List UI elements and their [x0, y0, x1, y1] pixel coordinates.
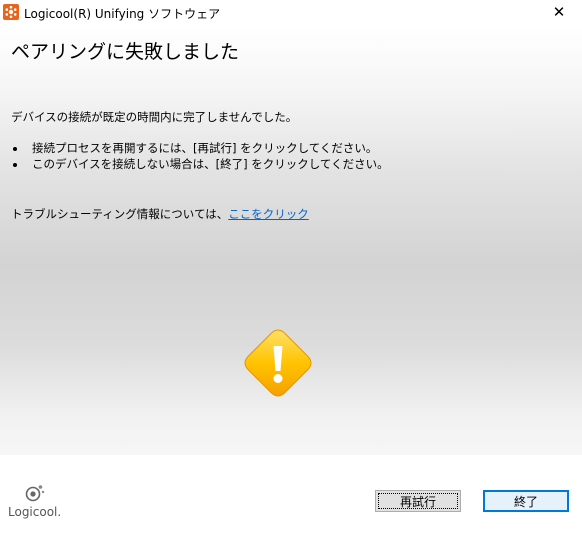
instruction-finish: このデバイスを接続しない場合は、[終了] をクリックしてください。 — [11, 157, 389, 173]
logicool-logo: Logicool. — [8, 483, 64, 523]
title-bar: Logicool(R) Unifying ソフトウェア ✕ — [0, 0, 582, 25]
error-message: デバイスの接続が既定の時間内に完了しませんでした。 — [11, 110, 298, 124]
instruction-list: 接続プロセスを再開するには、[再試行] をクリックしてください。 このデバイスを… — [11, 141, 389, 172]
unifying-app-icon — [3, 4, 19, 20]
footer: Logicool. 再試行 終了 — [0, 455, 582, 536]
warning-exclamation-icon — [243, 328, 313, 398]
troubleshooting-line: トラブルシューティング情報については、ここをクリック — [11, 206, 309, 222]
window-title: Logicool(R) Unifying ソフトウェア — [24, 7, 221, 21]
retry-button[interactable]: 再試行 — [375, 490, 461, 512]
close-button[interactable]: ✕ — [536, 0, 582, 25]
logo-text: Logicool. — [8, 505, 62, 519]
content-area: ペアリングに失敗しました デバイスの接続が既定の時間内に完了しませんでした。 接… — [0, 25, 582, 455]
page-title: ペアリングに失敗しました — [11, 41, 240, 63]
troubleshooting-text: トラブルシューティング情報については、 — [11, 207, 229, 221]
instruction-retry: 接続プロセスを再開するには、[再試行] をクリックしてください。 — [11, 141, 389, 157]
troubleshooting-link[interactable]: ここをクリック — [228, 207, 309, 221]
finish-button[interactable]: 終了 — [483, 490, 569, 512]
